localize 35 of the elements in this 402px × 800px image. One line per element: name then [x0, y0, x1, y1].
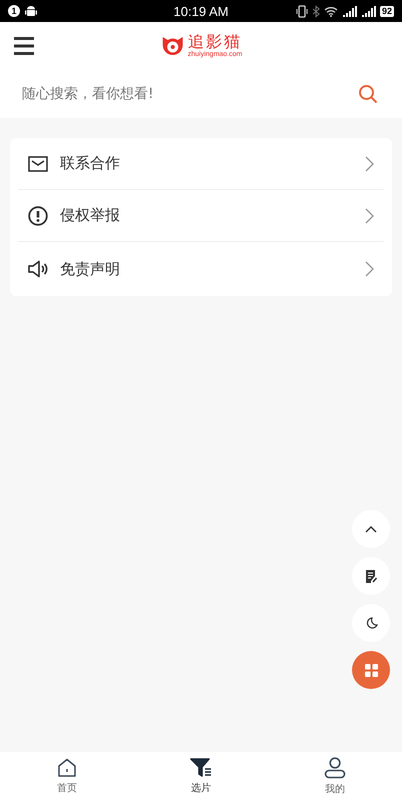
- signal-icon: [342, 6, 357, 16]
- tab[interactable]: 选片: [134, 752, 268, 800]
- wifi-icon: [324, 6, 338, 16]
- chevron-right-icon: [365, 208, 374, 224]
- tab[interactable]: 首页: [0, 752, 134, 800]
- grid-icon: [364, 664, 378, 676]
- android-icon: [24, 4, 38, 18]
- menu-item[interactable]: 侵权举报: [18, 190, 384, 242]
- apps-button[interactable]: [352, 651, 390, 689]
- chevron-up-icon: [365, 526, 377, 532]
- notification-count: 1: [8, 5, 20, 17]
- envelope-icon: [28, 156, 48, 172]
- tab[interactable]: 我的: [268, 752, 402, 800]
- logo-title: 追影猫: [188, 33, 242, 50]
- note-icon: [365, 570, 377, 582]
- clock: 10:19 AM: [174, 4, 228, 18]
- search-icon[interactable]: [358, 84, 378, 104]
- menu-item[interactable]: 联系合作: [18, 138, 384, 190]
- alert-icon: [28, 206, 48, 226]
- speaker-icon: [28, 260, 48, 278]
- filter-icon: [190, 758, 212, 778]
- note-button[interactable]: [352, 557, 390, 595]
- chevron-right-icon: [365, 261, 374, 277]
- search-field[interactable]: 随心搜索，看你想看!: [22, 86, 358, 102]
- vibrate-icon: [296, 4, 308, 18]
- user-icon: [324, 756, 346, 778]
- home-icon: [57, 758, 77, 778]
- menu-icon[interactable]: [14, 37, 34, 55]
- moon-icon: [364, 616, 378, 630]
- battery-level: 92: [380, 6, 394, 16]
- bluetooth-icon: [312, 4, 320, 18]
- chevron-right-icon: [365, 156, 374, 172]
- menu-item[interactable]: 免责声明: [18, 242, 384, 296]
- night-mode-button[interactable]: [352, 604, 390, 642]
- signal-icon: [360, 6, 376, 16]
